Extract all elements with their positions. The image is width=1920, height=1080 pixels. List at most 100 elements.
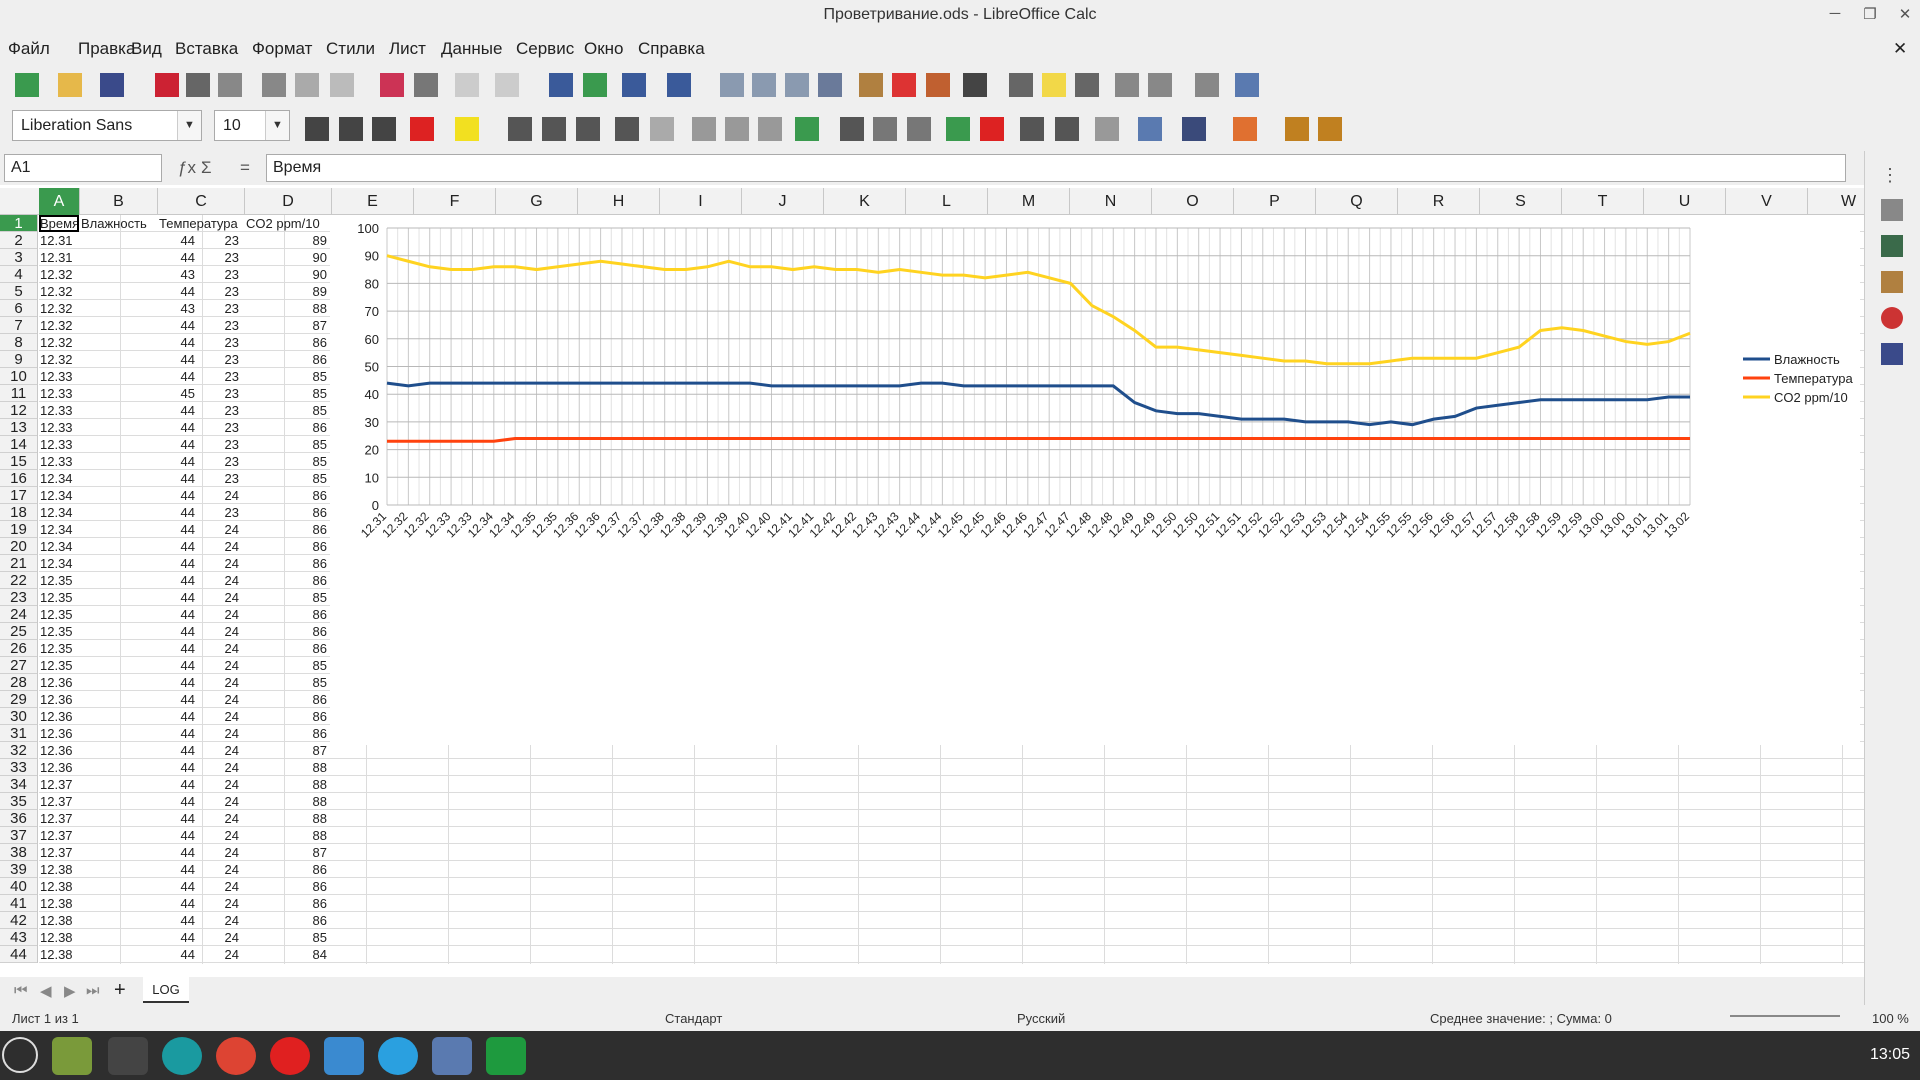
row-header[interactable]: 20 [0,538,37,555]
save-icon[interactable] [100,73,124,97]
cell[interactable]: 12.37 [39,793,79,810]
cell[interactable]: 12.31 [39,232,79,249]
print-icon[interactable] [186,73,210,97]
cell[interactable]: 84 [245,946,330,963]
cell[interactable]: 86 [245,572,330,589]
sidebar-toggle-icon[interactable] [1285,117,1309,141]
cell[interactable]: 24 [158,589,242,606]
column-header[interactable]: D [245,188,332,215]
pivot-table-icon[interactable] [926,73,950,97]
cell[interactable]: 23 [158,402,242,419]
font-size-box[interactable]: 10 ▼ [214,110,290,141]
cell[interactable]: 12.33 [39,419,79,436]
cell[interactable]: 12.33 [39,453,79,470]
row-icon[interactable] [622,73,646,97]
cell[interactable]: 85 [245,385,330,402]
cell[interactable]: 12.32 [39,334,79,351]
row-header[interactable]: 22 [0,572,37,589]
start-menu-icon[interactable] [2,1037,38,1073]
row-header[interactable]: 3 [0,249,37,266]
merge-cells-icon[interactable] [650,117,674,141]
column-header[interactable]: F [414,188,496,215]
row-header[interactable]: 37 [0,827,37,844]
bold-icon[interactable] [305,117,329,141]
autofilter-icon[interactable] [818,73,842,97]
cell[interactable]: 86 [245,521,330,538]
align-bottom-icon[interactable] [758,117,782,141]
file-manager-icon[interactable] [52,1037,92,1075]
line-chart[interactable]: 0 10 20 30 40 50 60 70 80 90 100 12.31 12.32 12.32 12.… [330,215,1860,745]
cell[interactable]: 90 [245,249,330,266]
cell[interactable]: 12.33 [39,436,79,453]
cell[interactable]: 12.35 [39,606,79,623]
column-header[interactable]: R [1398,188,1480,215]
cell[interactable]: 85 [245,657,330,674]
cell[interactable]: 86 [245,334,330,351]
cell[interactable]: 23 [158,317,242,334]
row-header[interactable]: 32 [0,742,37,759]
cell[interactable]: 85 [245,589,330,606]
cell[interactable]: 87 [245,844,330,861]
next-sheet-icon[interactable]: ▶ [64,982,76,1000]
chevron-down-icon[interactable]: ▼ [265,111,289,140]
cell[interactable]: 24 [158,674,242,691]
cell[interactable]: 86 [245,725,330,742]
cell[interactable]: 12.37 [39,827,79,844]
undo-icon[interactable] [455,73,479,97]
cell[interactable]: 24 [158,487,242,504]
cell[interactable]: 12.34 [39,504,79,521]
cell[interactable]: 86 [245,878,330,895]
formula-input[interactable]: Время [266,154,1846,182]
cell[interactable]: 89 [245,232,330,249]
column-header[interactable]: C [158,188,245,215]
cell[interactable]: 85 [245,368,330,385]
cell[interactable]: 24 [158,929,242,946]
export-pdf-icon[interactable] [155,73,179,97]
cell[interactable]: 86 [245,623,330,640]
align-left-icon[interactable] [508,117,532,141]
clone-formatting-icon[interactable] [380,73,404,97]
menu-styles[interactable]: Стили [326,39,375,59]
cell[interactable]: 12.37 [39,844,79,861]
row-header[interactable]: 15 [0,453,37,470]
image-icon[interactable] [859,73,883,97]
cell[interactable]: 24 [158,912,242,929]
cell[interactable]: 12.35 [39,657,79,674]
maximize-icon[interactable]: ❐ [1855,5,1885,27]
cell[interactable]: 23 [158,249,242,266]
row-header[interactable]: 39 [0,861,37,878]
row-header[interactable]: 11 [0,385,37,402]
cell[interactable]: 23 [158,436,242,453]
row-header[interactable]: 2 [0,232,37,249]
delete-decimal-icon[interactable] [980,117,1004,141]
cell[interactable]: 88 [245,776,330,793]
cell[interactable]: 24 [158,640,242,657]
row-header[interactable]: 41 [0,895,37,912]
cell[interactable]: 24 [158,895,242,912]
cell[interactable]: 12.32 [39,266,79,283]
currency-icon[interactable] [795,117,819,141]
cell[interactable]: CO2 ppm/10 [245,215,330,232]
zoom-slider[interactable] [1730,1015,1840,1017]
cell[interactable]: 12.36 [39,759,79,776]
cell[interactable]: 85 [245,402,330,419]
cell[interactable]: 23 [158,334,242,351]
last-sheet-icon[interactable]: ⏭ [86,982,100,999]
print-preview-icon[interactable] [218,73,242,97]
center-vertically-icon[interactable] [725,117,749,141]
cell[interactable]: Время [39,215,79,232]
cell[interactable]: 12.33 [39,368,79,385]
new-icon[interactable] [15,73,39,97]
column-header[interactable]: P [1234,188,1316,215]
cell[interactable]: 88 [245,827,330,844]
cell[interactable]: 23 [158,266,242,283]
functions-icon[interactable] [1881,343,1903,365]
column-header[interactable]: E [332,188,414,215]
sort-descending-icon[interactable] [785,73,809,97]
column-header[interactable]: Q [1316,188,1398,215]
font-name-box[interactable]: Liberation Sans ▼ [12,110,202,141]
libreoffice-calc-icon[interactable] [486,1037,526,1075]
define-print-area-icon[interactable] [1115,73,1139,97]
telegram-icon[interactable] [378,1037,418,1075]
column-header[interactable]: H [578,188,660,215]
